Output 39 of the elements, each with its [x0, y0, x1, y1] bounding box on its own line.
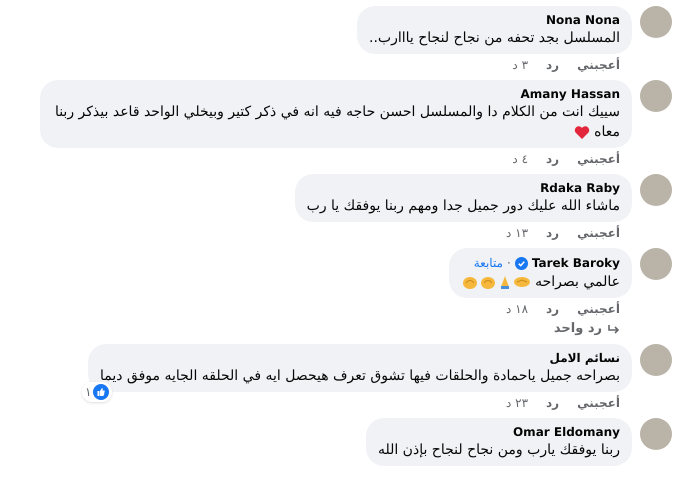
reply-link[interactable]: رد [546, 225, 560, 241]
avatar[interactable] [640, 174, 672, 206]
reply-link[interactable]: رد [546, 301, 560, 317]
comment-time: ١٨ د [506, 301, 528, 317]
comment-text: المسلسل بجد تحفه من نجاح لنجاح يااارب.. [369, 30, 620, 46]
follow-link[interactable]: متابعة [474, 254, 503, 272]
commenter-name[interactable]: Tarek Baroky [532, 255, 620, 271]
avatar[interactable] [640, 80, 672, 112]
comment-text: بصراحه جميل ياحمادة والحلقات فيها تشوق تعرف هيحصل ايه في الحلقه الجايه موفق ديما [100, 368, 620, 384]
reply-link[interactable]: رد [546, 151, 560, 167]
like-link[interactable]: أعجبني [577, 301, 620, 317]
like-link[interactable]: أعجبني [577, 151, 620, 167]
like-link[interactable]: أعجبني [577, 395, 620, 411]
dot-separator: · [507, 255, 511, 272]
like-link[interactable]: أعجبني [577, 57, 620, 73]
commenter-name[interactable]: نسائم الامل [549, 350, 620, 366]
reaction-count-badge[interactable]: ١ [82, 382, 112, 402]
avatar[interactable] [640, 6, 672, 38]
comment-text: ربنا يوفقك يارب ومن نجاح لنجاح بإذن الله [378, 442, 620, 458]
avatar[interactable] [640, 344, 672, 376]
like-link[interactable]: أعجبني [577, 225, 620, 241]
avatar[interactable] [640, 418, 672, 450]
reply-arrow-icon [608, 324, 620, 334]
commenter-name[interactable]: Rdaka Raby [540, 180, 620, 196]
comment-time: ٢٣ د [506, 395, 528, 411]
comment-text: سييك انت من الكلام دا والمسلسل احسن حاجه فيه انه في ذكر كتير وبيخلي الواحد قاعد بيذكر ربنا معاه [54, 104, 620, 140]
comment-time: ٣ د [512, 57, 528, 73]
comment-text: عالمي بصراحه [535, 274, 620, 290]
reply-link[interactable]: رد [546, 395, 560, 411]
comment-text: ماشاء الله عليك دور جميل جدا ومهم ربنا يوفقك يا رب [306, 198, 620, 214]
commenter-name[interactable]: Amany Hassan [520, 86, 620, 102]
reply-link[interactable]: رد [546, 57, 560, 73]
commenter-name[interactable]: Omar Eldomany [512, 424, 620, 440]
avatar[interactable] [640, 248, 672, 280]
comment-time: ٤ د [512, 151, 528, 167]
comment-time: ١٣ د [506, 225, 528, 241]
view-replies-link[interactable]: رد واحد [554, 321, 602, 337]
commenter-name[interactable]: Nona Nona [546, 12, 620, 28]
thumbs-up-icon [93, 384, 110, 400]
